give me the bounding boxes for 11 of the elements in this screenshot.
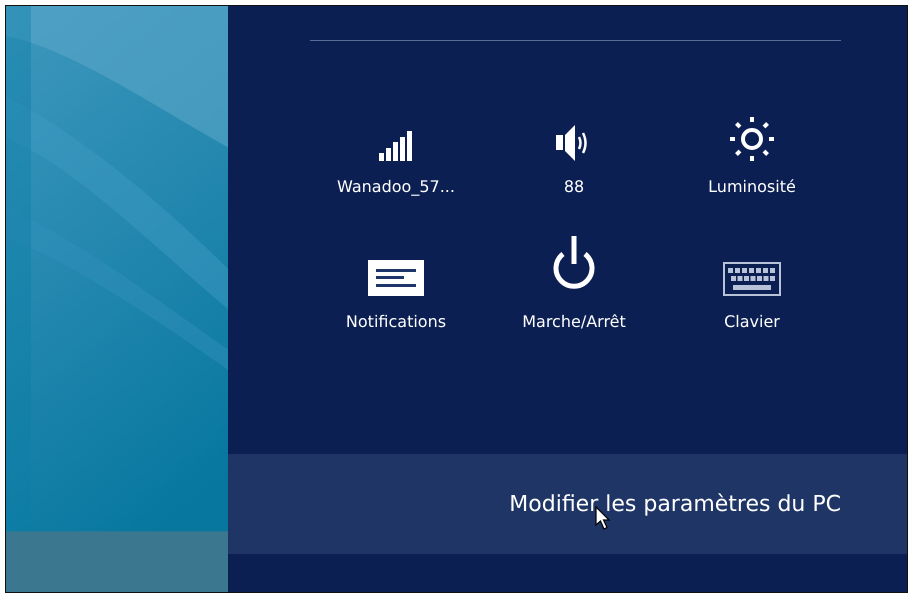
- quick-setting-tile[interactable]: 88: [485, 99, 663, 196]
- quick-setting-tile[interactable]: Notifications: [307, 234, 485, 331]
- sun-icon: [730, 117, 774, 161]
- signal-icon: [379, 131, 413, 161]
- settings-link[interactable]: Modifier les paramètres du PC: [509, 492, 841, 516]
- quick-setting-tile[interactable]: Wanadoo_57...: [307, 99, 485, 196]
- quick-setting-tile[interactable]: Marche/Arrêt: [485, 234, 663, 331]
- keyboard-icon: [723, 262, 781, 296]
- quick-setting-tile[interactable]: Clavier: [663, 234, 841, 331]
- quick-setting-tile[interactable]: Luminosité: [663, 99, 841, 196]
- message-icon: [368, 260, 424, 296]
